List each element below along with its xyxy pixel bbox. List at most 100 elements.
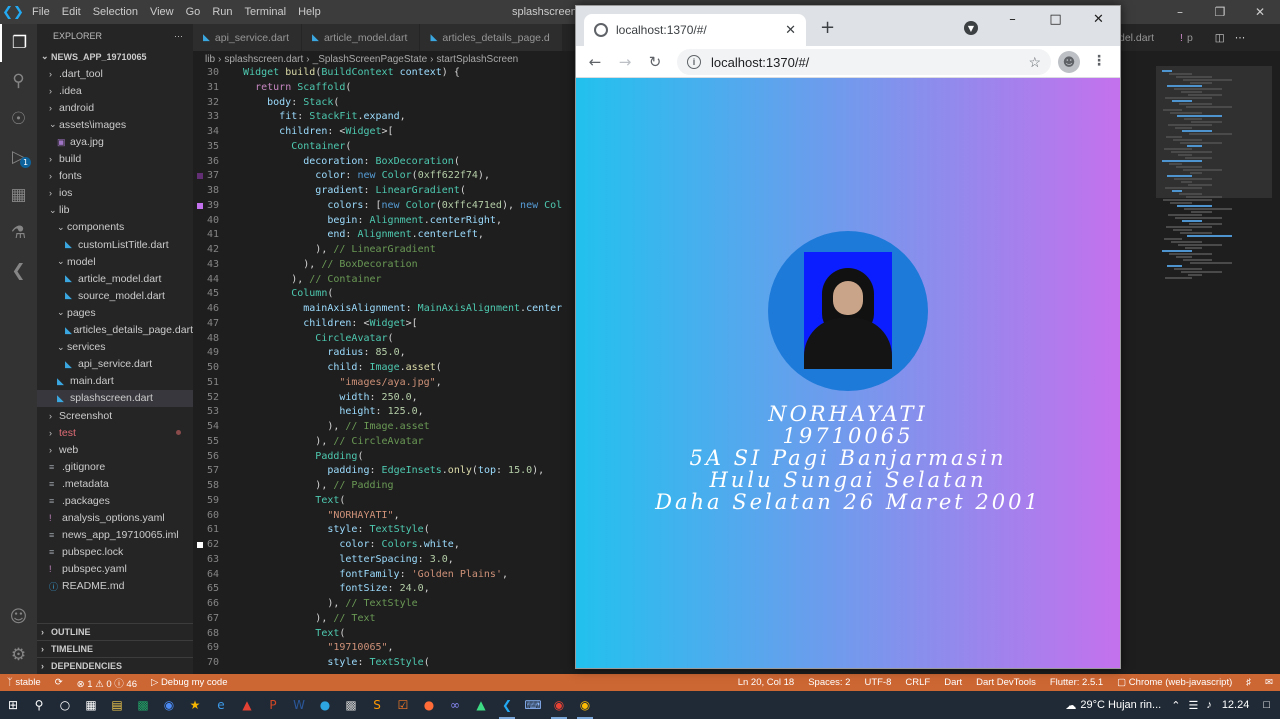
- tree-item-analysis-options-yaml[interactable]: ! analysis_options.yaml: [37, 510, 193, 527]
- minimize-icon[interactable]: –: [1160, 0, 1200, 24]
- breadcrumb-item[interactable]: lib: [205, 54, 215, 65]
- tree-item-news-app-19710065-iml[interactable]: ≡ news_app_19710065.iml: [37, 527, 193, 544]
- bookmark-star-icon[interactable]: ☆: [1028, 54, 1041, 71]
- tree-item-pubspec-lock[interactable]: ≡ pubspec.lock: [37, 544, 193, 561]
- chrome-canary-icon[interactable]: ◉: [156, 691, 182, 719]
- sync-icon[interactable]: ⟳: [48, 677, 70, 688]
- chrome-maximize-icon[interactable]: □: [1034, 6, 1077, 32]
- tree-item--idea[interactable]: › .idea: [37, 82, 193, 99]
- search-icon[interactable]: ⚲: [26, 691, 52, 719]
- network-icon[interactable]: ☰: [1188, 699, 1198, 712]
- color-swatch-icon[interactable]: [197, 173, 203, 180]
- notifications-icon[interactable]: ✉: [1258, 677, 1280, 688]
- task-view-icon[interactable]: ▦: [78, 691, 104, 719]
- word-icon[interactable]: W: [286, 691, 312, 719]
- testing-icon[interactable]: ⚗: [0, 214, 37, 252]
- file-explorer-icon[interactable]: ▤: [104, 691, 130, 719]
- tree-item-lib[interactable]: ⌄ lib: [37, 202, 193, 219]
- keyboard-icon[interactable]: ⌨: [520, 691, 546, 719]
- tree-item-pubspec-yaml[interactable]: ! pubspec.yaml: [37, 561, 193, 578]
- profile-avatar-icon[interactable]: ☻: [1058, 51, 1080, 73]
- section-outline[interactable]: › OUTLINE: [37, 622, 193, 640]
- settings-gear-icon[interactable]: ⚙: [0, 636, 37, 674]
- tree-item-readme-md[interactable]: ⓘ README.md: [37, 578, 193, 595]
- restore-icon[interactable]: ❐: [1200, 0, 1240, 24]
- vscode-taskbar-icon[interactable]: ❮: [494, 691, 520, 719]
- problems-status[interactable]: ⊗ 1 ⚠ 0 ⓘ 46: [70, 676, 144, 690]
- tab-search-icon[interactable]: ▼: [964, 21, 978, 35]
- edge-icon[interactable]: ●: [312, 691, 338, 719]
- tree-item-services[interactable]: ⌄ services: [37, 339, 193, 356]
- breadcrumb-item[interactable]: startSplashScreen: [437, 54, 519, 65]
- eol-status[interactable]: CRLF: [898, 677, 937, 688]
- more-editor-actions-icon[interactable]: ⋯: [1235, 32, 1246, 44]
- language-status[interactable]: Dart: [937, 677, 969, 688]
- flutter-icon[interactable]: ❮: [0, 252, 37, 290]
- flutter-version[interactable]: Flutter: 2.5.1: [1043, 677, 1110, 688]
- tree-item-assets-images[interactable]: ⌄ assets\images: [37, 116, 193, 133]
- reload-icon[interactable]: ↻: [640, 46, 670, 78]
- tree-item-customlisttitle-dart[interactable]: ◣ customListTitle.dart: [37, 236, 193, 253]
- encoding-status[interactable]: UTF-8: [857, 677, 898, 688]
- tab-close-icon[interactable]: ✕: [785, 22, 796, 38]
- tree-item--dart-tool[interactable]: › .dart_tool: [37, 65, 193, 82]
- cursor-position[interactable]: Ln 20, Col 18: [731, 677, 802, 688]
- device-status[interactable]: ▢ Chrome (web-javascript): [1110, 677, 1239, 688]
- devtools-status[interactable]: Dart DevTools: [969, 677, 1043, 688]
- tree-item-aya-jpg[interactable]: ▣ aya.jpg: [37, 133, 193, 150]
- tree-item-screenshot[interactable]: › Screenshot: [37, 407, 193, 424]
- chrome-icon[interactable]: ◉: [546, 691, 572, 719]
- project-folder[interactable]: ⌄ NEWS_APP_19710065: [37, 48, 193, 65]
- breadcrumb-item[interactable]: _SplashScreenPageState: [313, 54, 428, 65]
- link-icon[interactable]: ∞: [442, 691, 468, 719]
- powerpoint-icon[interactable]: P: [260, 691, 286, 719]
- volume-icon[interactable]: ♪: [1206, 699, 1212, 711]
- section-timeline[interactable]: › TIMELINE: [37, 639, 193, 657]
- tree-item-fonts[interactable]: › fonts: [37, 168, 193, 185]
- tab-articles-details-page-d[interactable]: ◣ articles_details_page.d: [420, 24, 563, 51]
- tab-api-service-dart[interactable]: ◣ api_service.dart: [193, 24, 303, 51]
- postman-icon[interactable]: ●: [416, 691, 442, 719]
- tray-chevron-icon[interactable]: ⌃: [1171, 699, 1180, 712]
- split-editor-icon[interactable]: ◫: [1215, 32, 1225, 44]
- tree-item-ios[interactable]: › ios: [37, 185, 193, 202]
- acrobat-icon[interactable]: ▲: [234, 691, 260, 719]
- tree-item-web[interactable]: › web: [37, 441, 193, 458]
- weather-status[interactable]: 29°C Hujan rin...: [1080, 699, 1161, 711]
- breadcrumb-item[interactable]: splashscreen.dart: [224, 54, 303, 65]
- cortana-icon[interactable]: ○: [52, 691, 78, 719]
- menu-edit[interactable]: Edit: [56, 0, 87, 24]
- color-swatch-icon[interactable]: [197, 202, 203, 209]
- branch-status[interactable]: ᛉ stable: [0, 677, 48, 688]
- chrome-close-icon[interactable]: ✕: [1077, 6, 1120, 32]
- weather-icon[interactable]: ☁: [1065, 699, 1076, 712]
- forward-arrow-icon[interactable]: →: [610, 46, 640, 78]
- menu-terminal[interactable]: Terminal: [239, 0, 293, 24]
- tree-item--metadata[interactable]: ≡ .metadata: [37, 475, 193, 492]
- tree-item-android[interactable]: › android: [37, 99, 193, 116]
- menu-help[interactable]: Help: [292, 0, 327, 24]
- source-control-icon[interactable]: ☉: [0, 100, 37, 138]
- more-actions-icon[interactable]: ⋯: [174, 31, 183, 42]
- clock[interactable]: 12.24: [1222, 699, 1250, 711]
- tab-pubspec[interactable]: p: [1187, 32, 1193, 44]
- extensions-icon[interactable]: ▦: [0, 176, 37, 214]
- chrome-icon-2[interactable]: ◉: [572, 691, 598, 719]
- new-tab-plus-icon[interactable]: +: [820, 17, 835, 38]
- address-bar[interactable]: i localhost:1370/#/ ☆: [677, 49, 1051, 75]
- run-debug-icon[interactable]: ▷ 1: [0, 138, 37, 176]
- section-dependencies[interactable]: › DEPENDENCIES: [37, 656, 193, 674]
- code-editor[interactable]: 30 Widget build(BuildContext context) {3…: [193, 66, 576, 674]
- chrome-tab[interactable]: localhost:1370/#/ ✕: [584, 14, 806, 46]
- tree-item-source-model-dart[interactable]: ◣ source_model.dart: [37, 287, 193, 304]
- action-center-icon[interactable]: □: [1263, 699, 1270, 711]
- windows-start-icon[interactable]: ⊞: [0, 691, 26, 719]
- tab-article-model-dart[interactable]: ◣ article_model.dart: [302, 24, 421, 51]
- menu-selection[interactable]: Selection: [87, 0, 144, 24]
- tree-item-splashscreen-dart[interactable]: ◣ splashscreen.dart: [37, 389, 193, 407]
- search-icon[interactable]: ⚲: [0, 62, 37, 100]
- excel-icon[interactable]: ▩: [130, 691, 156, 719]
- tab-model-dart[interactable]: del.dart: [1119, 32, 1154, 44]
- tree-item-pages[interactable]: ⌄ pages: [37, 304, 193, 321]
- close-icon[interactable]: ✕: [1240, 0, 1280, 24]
